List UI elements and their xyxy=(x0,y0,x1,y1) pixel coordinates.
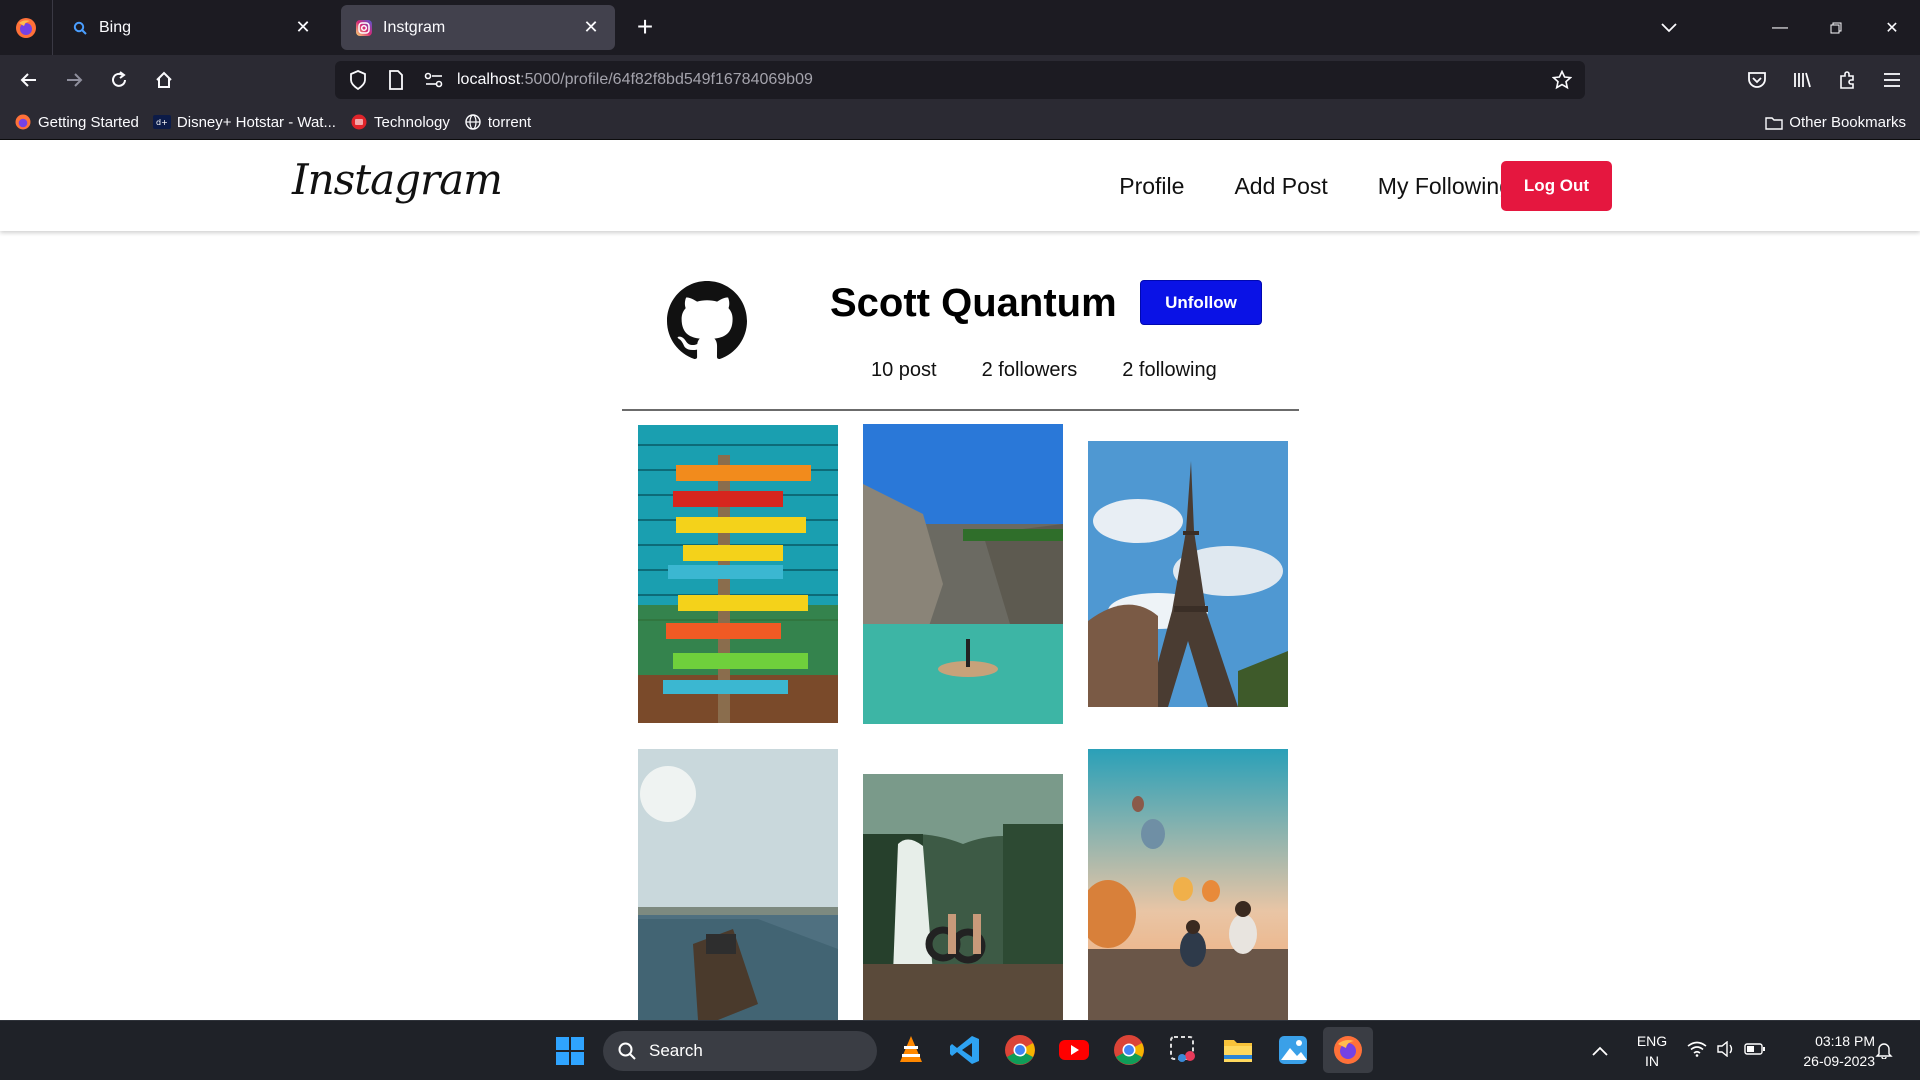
pocket-icon[interactable] xyxy=(1734,63,1779,97)
bookmark-label: Getting Started xyxy=(38,113,139,131)
post-image[interactable] xyxy=(1088,441,1288,707)
notification-icon[interactable] xyxy=(1875,1041,1895,1061)
chrome-icon[interactable] xyxy=(1004,1034,1036,1066)
youtube-icon[interactable] xyxy=(1058,1036,1090,1064)
taskbar: Search ENG IN 03:18 PM 26-09-2023 xyxy=(0,1020,1920,1080)
tab-bar: Bing ✕ Instgram ✕ + — ✕ xyxy=(0,0,1920,55)
restore-icon[interactable] xyxy=(1808,0,1864,55)
globe-icon xyxy=(464,113,482,131)
logout-button[interactable]: Log Out xyxy=(1501,161,1612,211)
bookmark-hotstar[interactable]: d+ Disney+ Hotstar - Wat... xyxy=(152,107,336,137)
search-icon xyxy=(71,19,89,37)
bookmark-label: Disney+ Hotstar - Wat... xyxy=(176,113,336,131)
clock-date: 26-09-2023 xyxy=(1803,1053,1875,1069)
profile-stats: 10 post 2 followers 2 following xyxy=(871,359,1262,382)
firefox-icon xyxy=(14,113,32,131)
tab-bing[interactable]: Bing ✕ xyxy=(57,5,327,50)
vlc-icon[interactable] xyxy=(895,1034,927,1066)
chrome-icon[interactable] xyxy=(1113,1034,1145,1066)
post-image[interactable] xyxy=(638,749,838,1020)
post-image[interactable] xyxy=(638,425,838,723)
instagram-icon xyxy=(355,19,373,37)
address-bar[interactable]: localhost:5000/profile/64f82f8bd549f1678… xyxy=(335,61,1585,99)
wifi-icon[interactable] xyxy=(1687,1041,1707,1059)
vscode-icon[interactable] xyxy=(949,1034,981,1066)
url-text[interactable]: localhost:5000/profile/64f82f8bd549f1678… xyxy=(457,71,813,89)
post-image[interactable] xyxy=(1088,749,1288,1020)
tab-instagram[interactable]: Instgram ✕ xyxy=(341,5,615,50)
profile-divider xyxy=(622,409,1299,411)
other-bookmarks[interactable]: Other Bookmarks xyxy=(1765,105,1906,140)
snipping-tool-icon[interactable] xyxy=(1168,1034,1200,1066)
bookmark-star-icon[interactable] xyxy=(1547,65,1577,95)
url-host: localhost xyxy=(457,71,521,88)
photos-icon[interactable] xyxy=(1277,1034,1309,1066)
navigation-toolbar: localhost:5000/profile/64f82f8bd549f1678… xyxy=(0,55,1920,105)
hamburger-menu-icon[interactable] xyxy=(1869,63,1914,97)
technology-icon xyxy=(350,113,368,131)
search-icon xyxy=(617,1041,637,1061)
clock-time: 03:18 PM xyxy=(1815,1033,1875,1049)
followers-count[interactable]: 2 followers xyxy=(982,359,1078,382)
firefox-menu-icon[interactable] xyxy=(0,0,53,55)
tab-title: Bing xyxy=(99,18,132,36)
post-image[interactable] xyxy=(863,774,1063,1020)
menu-my-following-link[interactable]: My Following xyxy=(1378,173,1512,200)
reload-icon[interactable] xyxy=(102,63,136,97)
other-bookmarks-label: Other Bookmarks xyxy=(1789,114,1906,131)
new-tab-button[interactable]: + xyxy=(628,10,662,44)
menu-profile-link[interactable]: Profile xyxy=(1119,173,1184,200)
unfollow-button[interactable]: Unfollow xyxy=(1140,280,1262,325)
close-tab-icon[interactable]: ✕ xyxy=(581,17,601,38)
region-code: IN xyxy=(1645,1053,1659,1069)
taskbar-search[interactable]: Search xyxy=(603,1031,877,1071)
battery-icon[interactable] xyxy=(1744,1042,1766,1058)
close-window-icon[interactable]: ✕ xyxy=(1864,0,1920,55)
bookmark-torrent[interactable]: torrent xyxy=(464,107,531,137)
library-icon[interactable] xyxy=(1779,63,1824,97)
tab-title: Instgram xyxy=(383,18,446,36)
profile-name: Scott Quantum xyxy=(830,281,1117,325)
clock[interactable]: 03:18 PM 26-09-2023 xyxy=(1780,1031,1875,1071)
url-path: :5000/profile/64f82f8bd549f16784069b09 xyxy=(520,71,813,88)
close-tab-icon[interactable]: ✕ xyxy=(293,17,313,38)
page-icon[interactable] xyxy=(381,65,411,95)
menu-add-post-link[interactable]: Add Post xyxy=(1234,173,1327,200)
following-count[interactable]: 2 following xyxy=(1122,359,1217,382)
back-arrow-icon[interactable] xyxy=(12,63,46,97)
post-image[interactable] xyxy=(863,424,1063,724)
chevron-up-icon[interactable] xyxy=(1592,1043,1610,1057)
bookmarks-bar: Getting Started d+ Disney+ Hotstar - Wat… xyxy=(0,105,1920,140)
web-page: Instagram Profile Add Post My Following … xyxy=(0,141,1920,1020)
minimize-icon[interactable]: — xyxy=(1752,0,1808,55)
app-header: Instagram Profile Add Post My Following … xyxy=(0,141,1920,231)
language-code: ENG xyxy=(1636,1033,1668,1049)
bookmark-label: Technology xyxy=(373,113,450,131)
bookmark-getting-started[interactable]: Getting Started xyxy=(14,107,139,137)
bookmark-label: torrent xyxy=(487,113,532,131)
bookmark-technology[interactable]: Technology xyxy=(350,107,450,137)
chevron-down-icon[interactable] xyxy=(1655,14,1683,42)
svg-text:d+: d+ xyxy=(156,118,168,127)
taskbar-search-label: Search xyxy=(649,1041,703,1060)
extensions-icon[interactable] xyxy=(1824,63,1869,97)
hotstar-icon: d+ xyxy=(152,113,171,131)
windows-start-icon[interactable] xyxy=(555,1036,585,1066)
github-icon xyxy=(667,281,747,361)
language-indicator[interactable]: ENG IN xyxy=(1632,1031,1672,1071)
firefox-taskbar-icon[interactable] xyxy=(1323,1027,1373,1073)
home-icon[interactable] xyxy=(147,63,181,97)
shield-icon[interactable] xyxy=(343,65,373,95)
post-count: 10 post xyxy=(871,359,937,381)
permissions-icon[interactable] xyxy=(419,65,449,95)
file-explorer-icon[interactable] xyxy=(1222,1035,1254,1065)
instagram-logo[interactable]: Instagram xyxy=(292,155,503,204)
volume-icon[interactable] xyxy=(1716,1040,1736,1059)
folder-icon xyxy=(1765,116,1783,130)
forward-arrow-icon[interactable] xyxy=(57,63,91,97)
